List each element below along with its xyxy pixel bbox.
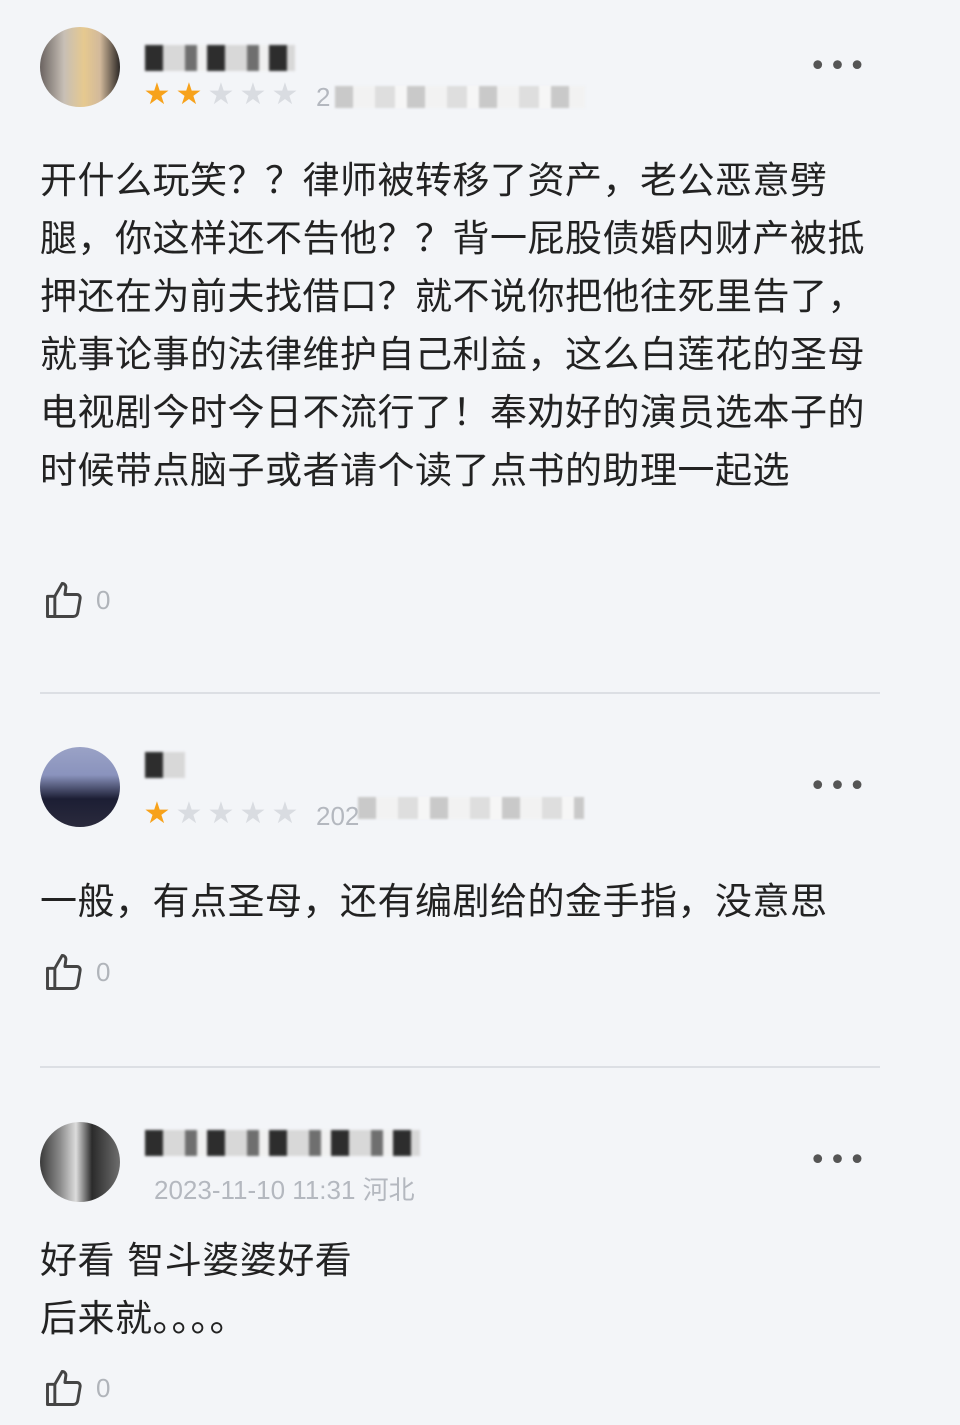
comment-date: 202	[316, 801, 360, 831]
star-icon: ★	[143, 796, 171, 831]
star-icon: ★	[175, 77, 203, 112]
more-options-button[interactable]: •••	[809, 52, 868, 82]
star-rating: ★ ★ ★ ★ ★	[142, 80, 300, 110]
star-icon: ★	[207, 77, 235, 112]
thumbs-up-icon	[46, 1370, 82, 1406]
username-blurred[interactable]	[145, 45, 295, 71]
star-icon: ★	[143, 77, 171, 112]
avatar[interactable]	[40, 1122, 120, 1202]
more-options-button[interactable]: •••	[809, 772, 868, 802]
like-button[interactable]: 0	[42, 1366, 110, 1410]
star-icon: ★	[271, 77, 299, 112]
divider	[40, 692, 880, 694]
star-icon: ★	[207, 796, 235, 831]
meta-blurred	[335, 86, 585, 108]
like-button[interactable]: 0	[42, 578, 110, 622]
star-icon: ★	[271, 796, 299, 831]
comment-text: 开什么玩笑？？律师被转移了资产，老公恶意劈腿，你这样还不告他？？背一屁股债婚内财…	[40, 159, 865, 492]
star-icon: ★	[175, 796, 203, 831]
avatar[interactable]	[40, 747, 120, 827]
meta-blurred	[358, 797, 584, 819]
like-count: 0	[96, 584, 111, 615]
thumbs-up-icon	[46, 954, 82, 990]
star-icon: ★	[239, 77, 267, 112]
thumbs-up-icon	[46, 582, 82, 618]
like-count: 0	[96, 956, 111, 987]
comment-text: 一般，有点圣母，还有编剧给的金手指，没意思	[40, 880, 828, 923]
username-blurred[interactable]	[145, 752, 185, 778]
username-blurred[interactable]	[145, 1130, 420, 1156]
more-options-button[interactable]: •••	[809, 1146, 868, 1176]
like-count: 0	[96, 1372, 111, 1403]
comment-date: 2023-11-10 11:31 河北	[154, 1175, 415, 1205]
avatar[interactable]	[40, 27, 120, 107]
comment-date: 2	[316, 82, 331, 112]
star-rating: ★ ★ ★ ★ ★	[142, 799, 300, 829]
star-icon: ★	[239, 796, 267, 831]
comment-text: 好看 智斗婆婆好看 后来就。。。。	[40, 1239, 353, 1340]
like-button[interactable]: 0	[42, 950, 110, 994]
divider	[40, 1066, 880, 1068]
